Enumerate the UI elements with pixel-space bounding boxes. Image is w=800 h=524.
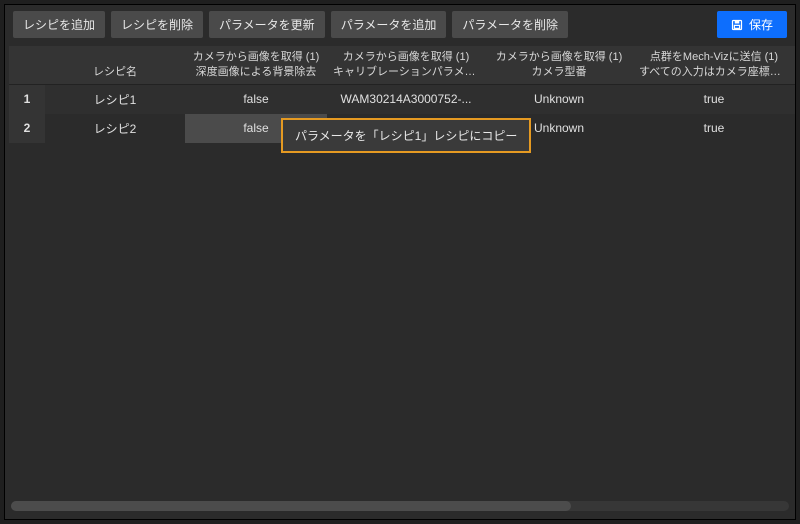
menu-copy-param-to-recipe[interactable]: パラメータを「レシピ1」レシピにコピー <box>295 125 517 146</box>
save-label: 保存 <box>749 16 773 33</box>
cell-recipe-name[interactable]: レシピ1 <box>45 84 185 114</box>
col-name[interactable]: . レシピ名 <box>45 46 185 84</box>
add-param-button[interactable]: パラメータを追加 <box>331 11 447 38</box>
cell-depth-bg[interactable]: false <box>185 84 327 114</box>
cell-camera-coords[interactable]: true <box>633 84 795 114</box>
scrollbar-thumb[interactable] <box>11 501 571 511</box>
col-depth-bg-remove[interactable]: カメラから画像を取得 (1) 深度画像による背景除去 <box>185 46 327 84</box>
col-calib-group[interactable]: カメラから画像を取得 (1) キャリブレーションパラメータグループ <box>327 46 485 84</box>
row-index: 1 <box>9 84 45 114</box>
toolbar: レシピを追加 レシピを削除 パラメータを更新 パラメータを追加 パラメータを削除… <box>5 5 795 46</box>
recipe-table-area: . レシピ名 カメラから画像を取得 (1) 深度画像による背景除去 カメラから画… <box>5 46 795 500</box>
delete-recipe-button[interactable]: レシピを削除 <box>111 11 203 38</box>
table-row[interactable]: 1 レシピ1 false WAM30214A3000752-... Unknow… <box>9 84 795 114</box>
delete-param-button[interactable]: パラメータを削除 <box>452 11 568 38</box>
context-menu[interactable]: パラメータを「レシピ1」レシピにコピー <box>281 118 531 153</box>
save-button[interactable]: 保存 <box>717 11 787 38</box>
cell-recipe-name[interactable]: レシピ2 <box>45 114 185 143</box>
horizontal-scrollbar[interactable] <box>11 501 789 511</box>
col-index <box>9 46 45 84</box>
add-recipe-button[interactable]: レシピを追加 <box>13 11 105 38</box>
save-icon <box>731 19 743 31</box>
update-param-button[interactable]: パラメータを更新 <box>209 11 325 38</box>
cell-camera-coords[interactable]: true <box>633 114 795 143</box>
cell-camera-model[interactable]: Unknown <box>485 84 633 114</box>
col-camera-model[interactable]: カメラから画像を取得 (1) カメラ型番 <box>485 46 633 84</box>
col-camera-coords[interactable]: 点群をMech-Vizに送信 (1) すべての入力はカメラ座標系にある <box>633 46 795 84</box>
table-header-row: . レシピ名 カメラから画像を取得 (1) 深度画像による背景除去 カメラから画… <box>9 46 795 84</box>
row-index: 2 <box>9 114 45 143</box>
cell-calib-group[interactable]: WAM30214A3000752-... <box>327 84 485 114</box>
